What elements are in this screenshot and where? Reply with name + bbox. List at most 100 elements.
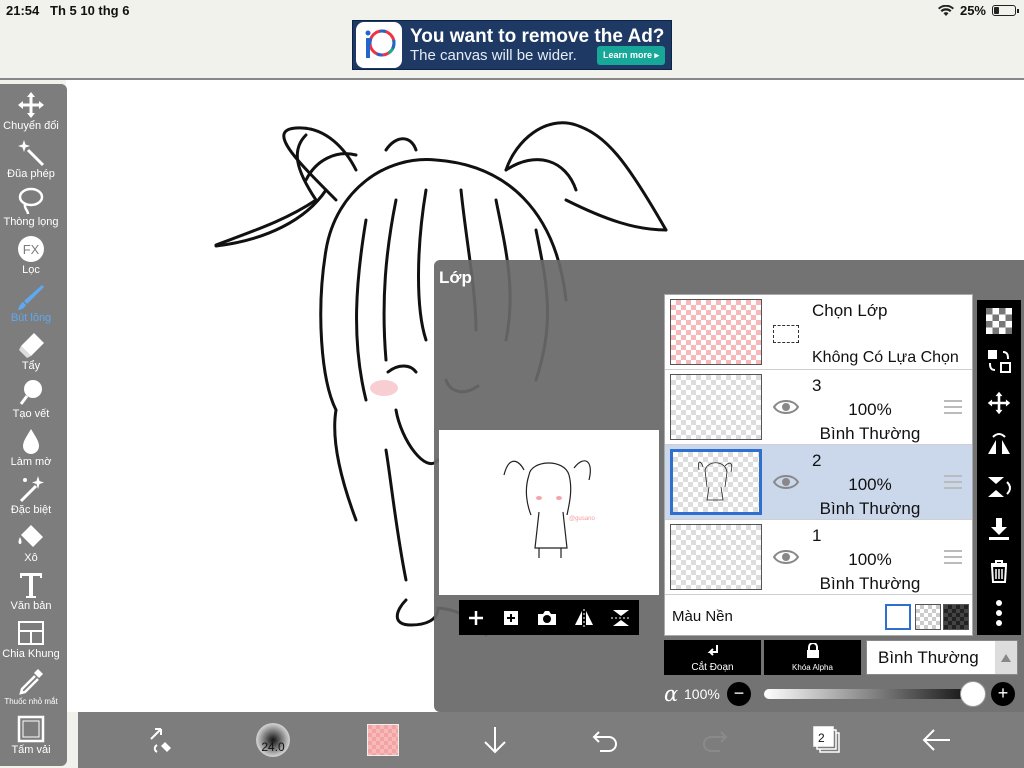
tool-label: Làm mờ — [10, 456, 52, 468]
clipping-label: Cắt Đoạn — [691, 662, 734, 673]
transform-tool-button[interactable] — [144, 722, 180, 758]
opacity-increase-button[interactable]: + — [991, 682, 1015, 706]
layers-icon — [813, 726, 840, 753]
tool-label: Tạo vết — [12, 408, 50, 420]
bg-dark-swatch[interactable] — [943, 604, 969, 630]
drag-handle-icon[interactable] — [944, 550, 962, 568]
tool-move[interactable]: Chuyển đổi — [0, 90, 62, 138]
tool-label: Tấm vải — [11, 744, 51, 756]
clock: 21:54 — [6, 3, 40, 18]
text-icon — [20, 573, 42, 598]
eye-icon[interactable] — [772, 547, 800, 567]
redo-button[interactable] — [698, 722, 732, 758]
tool-canvas[interactable]: Tấm vải — [0, 714, 62, 762]
battery-percent: 25% — [959, 3, 986, 18]
tool-filter[interactable]: FX Lọc — [0, 234, 62, 282]
tool-smudge[interactable]: Tạo vết — [0, 378, 62, 426]
flip-horizontal-icon[interactable] — [573, 608, 595, 628]
layers-button[interactable]: 2 — [810, 722, 844, 758]
bucket-icon — [18, 525, 43, 547]
tool-label: Đặc biệt — [10, 504, 52, 516]
brush-size-button[interactable]: 24.0 — [252, 722, 294, 758]
layer-opacity: 100% — [848, 550, 892, 569]
tool-special[interactable]: Đặc biệt — [0, 474, 62, 522]
fx-filter-icon: FX — [18, 236, 44, 262]
delete-layer-icon[interactable] — [984, 556, 1014, 586]
flip-layer-horizontal-icon[interactable] — [984, 430, 1014, 460]
ibispaint-logo-icon — [356, 22, 402, 68]
tool-bucket[interactable]: Xô — [0, 522, 62, 570]
duplicate-layer-icon[interactable] — [501, 608, 521, 628]
opacity-decrease-button[interactable]: − — [727, 682, 751, 706]
tool-eraser[interactable]: Tẩy — [0, 330, 62, 378]
layer-blend-mode: Bình Thường — [819, 424, 921, 443]
wifi-icon — [937, 4, 954, 16]
opacity-value: 100% — [684, 686, 720, 702]
camera-icon[interactable] — [536, 608, 558, 628]
drag-handle-icon[interactable] — [944, 475, 962, 493]
tool-frame-divider[interactable]: Chia Khung — [0, 618, 62, 666]
alpha-lock-button[interactable]: Khóa Alpha — [764, 640, 861, 675]
layer-panel: Lớp @gusano Chọn Lớp Không Có Lựa Chọn 3… — [434, 260, 1024, 712]
flip-vertical-icon[interactable] — [610, 608, 632, 628]
selection-marquee-icon — [773, 325, 799, 343]
layer-row-1[interactable]: 1 100% Bình Thường — [665, 520, 972, 595]
layer-panel-title: Lớp — [439, 268, 472, 287]
preview-sketch: @gusano — [503, 460, 595, 558]
opacity-slider[interactable] — [764, 689, 972, 699]
tool-sidebar: Chuyển đổi Đũa phép Thòng lọng FX Lọc Bú… — [0, 84, 67, 766]
transform-layer-icon[interactable] — [984, 346, 1014, 376]
layer-row-2[interactable]: 2 100% Bình Thường — [665, 445, 972, 520]
alpha-lock-label: Khóa Alpha — [792, 663, 833, 672]
tool-brush[interactable]: Bút lông — [0, 282, 62, 330]
watermark-text: @gusano — [569, 516, 595, 522]
layer-thumbnail — [670, 524, 762, 590]
undo-button[interactable] — [588, 722, 622, 758]
brush-icon — [18, 285, 44, 310]
layer-number: 3 — [812, 376, 822, 395]
frame-divider-icon — [18, 621, 44, 645]
transform-icon — [150, 728, 171, 753]
tool-eyedropper[interactable]: Thuốc nhỏ mắt — [0, 666, 62, 714]
eye-icon[interactable] — [772, 472, 800, 492]
bg-white-swatch[interactable] — [885, 604, 911, 630]
tool-magic-wand[interactable]: Đũa phép — [0, 138, 62, 186]
opacity-slider-thumb[interactable] — [960, 681, 986, 707]
selection-layer-row[interactable]: Chọn Lớp Không Có Lựa Chọn — [665, 295, 972, 370]
checker-transparency-icon[interactable] — [984, 306, 1014, 336]
tool-blur[interactable]: Làm mờ — [0, 426, 62, 474]
eye-icon[interactable] — [772, 397, 800, 417]
tool-lasso[interactable]: Thòng lọng — [0, 186, 62, 234]
bg-transparent-swatch[interactable] — [915, 604, 941, 630]
layer-opacity: 100% — [848, 475, 892, 494]
down-arrow-button[interactable] — [478, 722, 512, 758]
back-button[interactable] — [920, 722, 954, 758]
ad-banner[interactable]: You want to remove the Ad? The canvas wi… — [352, 20, 672, 70]
layer-thumbnail — [670, 449, 762, 515]
more-options-icon[interactable] — [984, 598, 1014, 628]
color-picker-button[interactable] — [366, 722, 400, 758]
ad-learn-more-button[interactable]: Learn more ▸ — [596, 46, 665, 65]
dropdown-arrow-icon — [995, 641, 1017, 674]
layer-row-3[interactable]: 3 100% Bình Thường — [665, 370, 972, 445]
drag-handle-icon[interactable] — [944, 400, 962, 418]
layer-thumbnail — [670, 374, 762, 440]
layer-blend-mode: Bình Thường — [819, 574, 921, 593]
merge-down-icon[interactable] — [984, 514, 1014, 544]
tool-label: Tẩy — [21, 360, 41, 372]
tool-text[interactable]: Văn bản — [0, 570, 62, 618]
eraser-icon — [19, 333, 44, 358]
canvas-preview[interactable]: @gusano — [439, 430, 659, 595]
ad-title: You want to remove the Ad? — [410, 25, 665, 47]
clipping-button[interactable]: Cắt Đoạn — [664, 640, 761, 675]
flip-layer-vertical-icon[interactable] — [984, 472, 1014, 502]
add-layer-icon[interactable] — [466, 608, 486, 628]
down-arrow-icon — [484, 727, 506, 754]
redo-icon — [703, 731, 728, 752]
blend-mode-select[interactable]: Bình Thường — [866, 640, 1018, 675]
move-layer-icon[interactable] — [984, 388, 1014, 418]
tool-label: Thòng lọng — [3, 216, 59, 228]
layer-opacity: 100% — [848, 400, 892, 419]
smudge-icon — [19, 380, 42, 405]
tool-label: Chia Khung — [2, 648, 60, 660]
